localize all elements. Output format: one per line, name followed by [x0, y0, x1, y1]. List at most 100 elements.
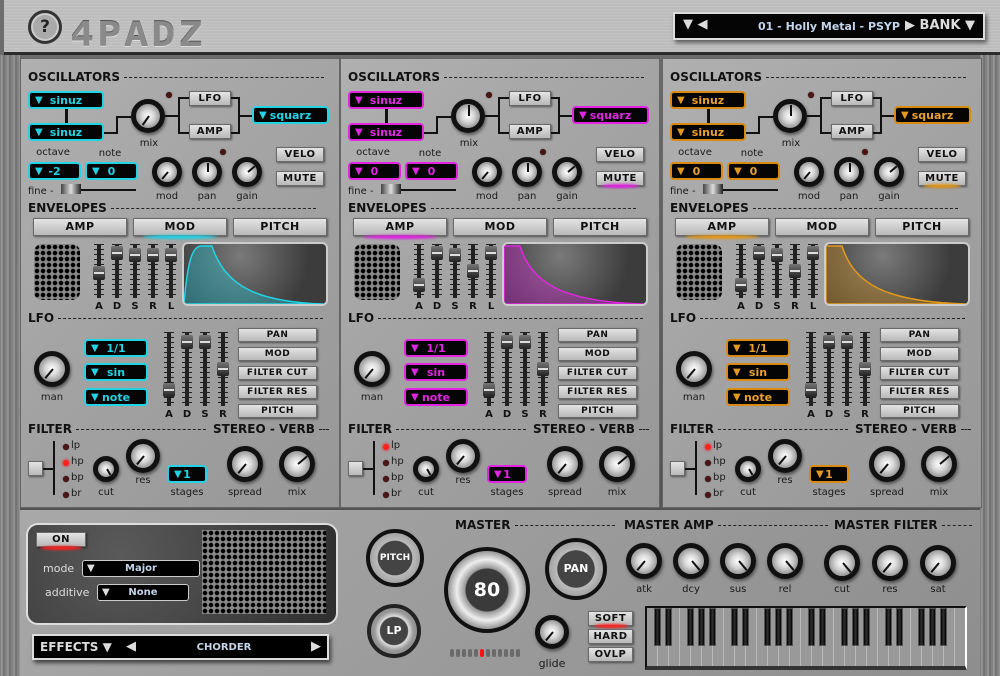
lfo-fader-s[interactable] — [841, 332, 853, 406]
lfo-rate-dropdown[interactable]: ▼ 1/1 — [726, 339, 790, 357]
lfo-target-pan[interactable]: PAN — [880, 328, 959, 342]
filter-led-br[interactable] — [383, 492, 389, 498]
black-key[interactable] — [808, 608, 815, 646]
mix-knob[interactable] — [131, 99, 165, 133]
lfo-rate-dropdown[interactable]: ▼ 1/1 — [84, 339, 148, 357]
octave-dropdown[interactable]: ▼ -2 — [28, 162, 81, 180]
filter-type-lp[interactable]: lp — [391, 440, 407, 451]
stages-dropdown[interactable]: ▼ 1 — [167, 465, 207, 483]
black-key[interactable] — [852, 608, 859, 646]
lfo-target-pan[interactable]: PAN — [558, 328, 637, 342]
filter-res-knob[interactable] — [768, 439, 802, 473]
black-key[interactable] — [918, 608, 925, 646]
black-key[interactable] — [654, 608, 661, 646]
pan-knob[interactable] — [834, 157, 864, 187]
env-fader-d[interactable] — [753, 244, 765, 298]
filter-res-knob[interactable] — [126, 439, 160, 473]
lfo-fader-r[interactable] — [217, 332, 229, 406]
route-amp-button[interactable]: AMP — [509, 124, 551, 139]
output-wave-dropdown[interactable]: ▼ squarz — [894, 106, 971, 124]
black-key[interactable] — [687, 608, 694, 646]
octave-dropdown[interactable]: ▼ 0 — [670, 162, 723, 180]
filter-type-button[interactable] — [670, 461, 685, 476]
master-amp-rel-knob[interactable] — [767, 543, 803, 579]
lfo-fader-d[interactable] — [823, 332, 835, 406]
osc1-wave-dropdown[interactable]: ▼ sinuz — [670, 91, 746, 109]
env-fader-a[interactable] — [93, 244, 105, 298]
lfo-target-mod[interactable]: MOD — [558, 347, 637, 361]
stages-dropdown[interactable]: ▼ 1 — [809, 465, 849, 483]
lfo-man-knob[interactable] — [34, 351, 70, 387]
lfo-target-filter-res[interactable]: FILTER RES — [558, 385, 637, 399]
env-fader-s[interactable] — [449, 244, 461, 298]
master-pitch-dial[interactable]: PITCH — [366, 529, 424, 587]
filter-type-button[interactable] — [348, 461, 363, 476]
lfo-fader-s[interactable] — [519, 332, 531, 406]
master-lp-dial[interactable]: LP — [367, 604, 421, 658]
env-tab-pitch[interactable]: PITCH — [875, 218, 969, 236]
effects-on-button[interactable]: ON — [36, 532, 86, 547]
mix-knob[interactable] — [451, 99, 485, 133]
master-filter-res-knob[interactable] — [872, 545, 908, 581]
lfo-target-filter-cut[interactable]: FILTER CUT — [558, 366, 637, 380]
glide-knob[interactable] — [535, 615, 569, 649]
lfo-target-mod[interactable]: MOD — [238, 347, 317, 361]
lfo-target-pitch[interactable]: PITCH — [558, 404, 637, 418]
mix-knob[interactable] — [773, 99, 807, 133]
lfo-target-pan[interactable]: PAN — [238, 328, 317, 342]
black-key[interactable] — [786, 608, 793, 646]
env-fader-s[interactable] — [129, 244, 141, 298]
filter-type-lp[interactable]: lp — [71, 440, 87, 451]
osc2-wave-dropdown[interactable]: ▼ sinuz — [28, 123, 104, 141]
black-key[interactable] — [885, 608, 892, 646]
bank-button[interactable]: ▶ BANK ▼ — [905, 18, 975, 33]
octave-dropdown[interactable]: ▼ 0 — [348, 162, 401, 180]
master-pan-dial[interactable]: PAN — [545, 538, 607, 600]
velo-button[interactable]: VELO — [276, 147, 324, 162]
env-fader-r[interactable] — [467, 244, 479, 298]
filter-led-lp[interactable] — [63, 444, 69, 450]
filter-led-br[interactable] — [63, 492, 69, 498]
note-dropdown[interactable]: ▼ 0 — [727, 162, 780, 180]
black-key[interactable] — [896, 608, 903, 646]
env-fader-l[interactable] — [165, 244, 177, 298]
master-amp-atk-knob[interactable] — [626, 543, 662, 579]
filter-led-bp[interactable] — [63, 476, 69, 482]
note-dropdown[interactable]: ▼ 0 — [405, 162, 458, 180]
black-key[interactable] — [940, 608, 947, 646]
mute-button[interactable]: MUTE — [276, 171, 324, 186]
lfo-target-filter-cut[interactable]: FILTER CUT — [238, 366, 317, 380]
route-amp-button[interactable]: AMP — [189, 124, 231, 139]
master-filter-sat-knob[interactable] — [920, 545, 956, 581]
effects-menu-label[interactable]: EFFECTS ▼ — [40, 640, 112, 654]
lfo-fader-d[interactable] — [501, 332, 513, 406]
gain-knob[interactable] — [874, 157, 904, 187]
filter-led-lp[interactable] — [383, 444, 389, 450]
filter-cut-knob[interactable] — [735, 456, 761, 482]
mod-knob[interactable] — [472, 157, 502, 187]
filter-led-hp[interactable] — [63, 460, 69, 466]
master-amp-sus-knob[interactable] — [720, 543, 756, 579]
fine-slider-handle[interactable] — [61, 184, 81, 194]
filter-led-bp[interactable] — [705, 476, 711, 482]
filter-type-bp[interactable]: bp — [391, 472, 407, 483]
lfo-fader-r[interactable] — [859, 332, 871, 406]
lfo-target-mod[interactable]: MOD — [880, 347, 959, 361]
black-key[interactable] — [841, 608, 848, 646]
env-fader-a[interactable] — [413, 244, 425, 298]
black-key[interactable] — [775, 608, 782, 646]
master-amp-dcy-knob[interactable] — [673, 543, 709, 579]
white-key[interactable] — [955, 608, 965, 666]
filter-cut-knob[interactable] — [93, 456, 119, 482]
filter-type-br[interactable]: br — [391, 488, 407, 499]
env-fader-l[interactable] — [807, 244, 819, 298]
route-lfo-button[interactable]: LFO — [509, 91, 551, 106]
filter-type-hp[interactable]: hp — [713, 456, 729, 467]
black-key[interactable] — [863, 608, 870, 646]
black-key[interactable] — [731, 608, 738, 646]
master-filter-cut-knob[interactable] — [824, 545, 860, 581]
voice-mode-hard[interactable]: HARD — [588, 629, 633, 644]
lfo-target-pitch[interactable]: PITCH — [238, 404, 317, 418]
spread-knob[interactable] — [227, 446, 263, 482]
black-key[interactable] — [698, 608, 705, 646]
